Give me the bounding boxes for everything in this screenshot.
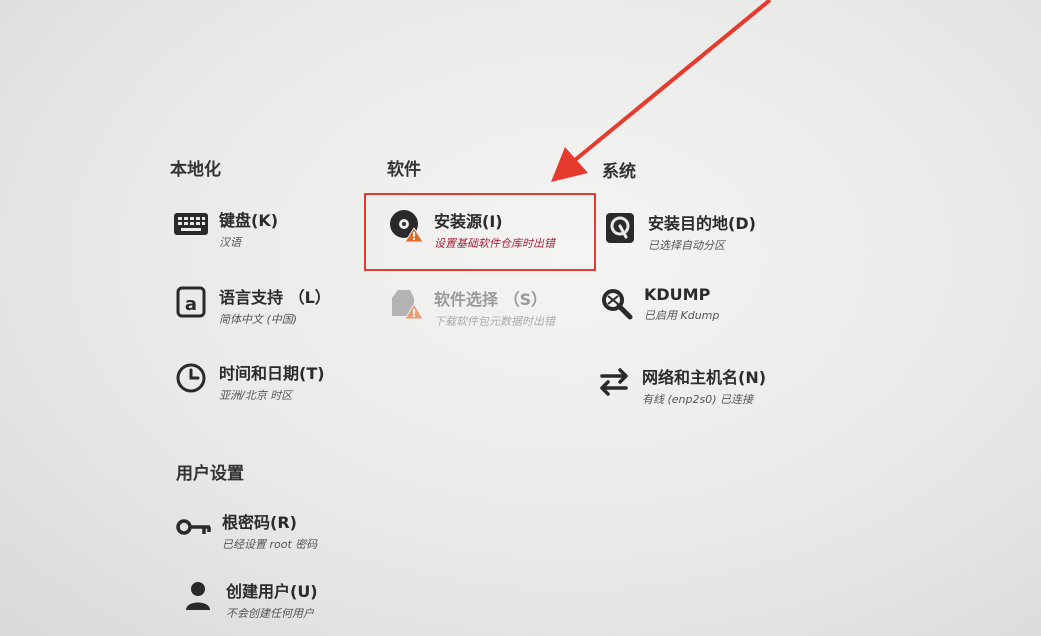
spoke-software-selection[interactable]: 软件选择 （S） 下载软件包元数据时出错 (388, 286, 555, 329)
root-password-status: 已经设置 root 密码 (222, 538, 318, 551)
spoke-keyboard[interactable]: 键盘(K) 汉语 (173, 207, 278, 250)
root-password-title: 根密码(R) (222, 513, 297, 532)
create-user-title: 创建用户(U) (226, 582, 318, 601)
time-status: 亚洲/北京 时区 (219, 389, 293, 402)
keyboard-title: 键盘(K) (219, 211, 279, 230)
spoke-root-password[interactable]: 根密码(R) 已经设置 root 密码 (176, 509, 317, 552)
spoke-network[interactable]: 网络和主机名(N) 有线 (enp2s0) 已连接 (596, 364, 766, 407)
highlight-box (364, 193, 596, 271)
magnifier-icon (598, 285, 634, 321)
language-status: 简体中文 (中国) (219, 313, 298, 326)
keyboard-status: 汉语 (219, 236, 241, 249)
network-status: 有线 (enp2s0) 已连接 (642, 393, 754, 406)
clock-icon (173, 360, 209, 396)
user-icon (180, 578, 216, 614)
key-icon (176, 509, 212, 545)
package-warning-icon (388, 286, 424, 322)
section-software: 软件 (387, 160, 421, 180)
section-user-settings: 用户设置 (176, 464, 244, 484)
language-icon: a (173, 284, 209, 320)
network-title: 网络和主机名(N) (642, 368, 767, 387)
create-user-status: 不会创建任何用户 (226, 607, 314, 620)
section-system: 系统 (602, 162, 636, 182)
network-arrows-icon (596, 364, 632, 400)
spoke-create-user[interactable]: 创建用户(U) 不会创建任何用户 (180, 578, 318, 621)
software-selection-status: 下载软件包元数据时出错 (434, 315, 555, 328)
install-destination-title: 安装目的地(D) (648, 214, 756, 233)
install-destination-status: 已选择自动分区 (648, 239, 725, 252)
disk-icon (602, 210, 638, 246)
svg-text:a: a (185, 294, 197, 315)
language-title: 语言支持 （L） (219, 288, 331, 307)
kdump-status: 已启用 Kdump (644, 309, 720, 322)
software-selection-title: 软件选择 （S） (434, 290, 548, 309)
kdump-title: KDUMP (644, 285, 711, 304)
time-title: 时间和日期(T) (219, 364, 325, 383)
spoke-language[interactable]: a 语言支持 （L） 简体中文 (中国) (173, 284, 331, 327)
section-localization: 本地化 (170, 160, 221, 180)
spoke-install-destination[interactable]: 安装目的地(D) 已选择自动分区 (602, 210, 756, 253)
spoke-time-date[interactable]: 时间和日期(T) 亚洲/北京 时区 (173, 360, 325, 403)
spoke-kdump[interactable]: KDUMP 已启用 Kdump (598, 285, 719, 323)
keyboard-icon (173, 207, 209, 243)
